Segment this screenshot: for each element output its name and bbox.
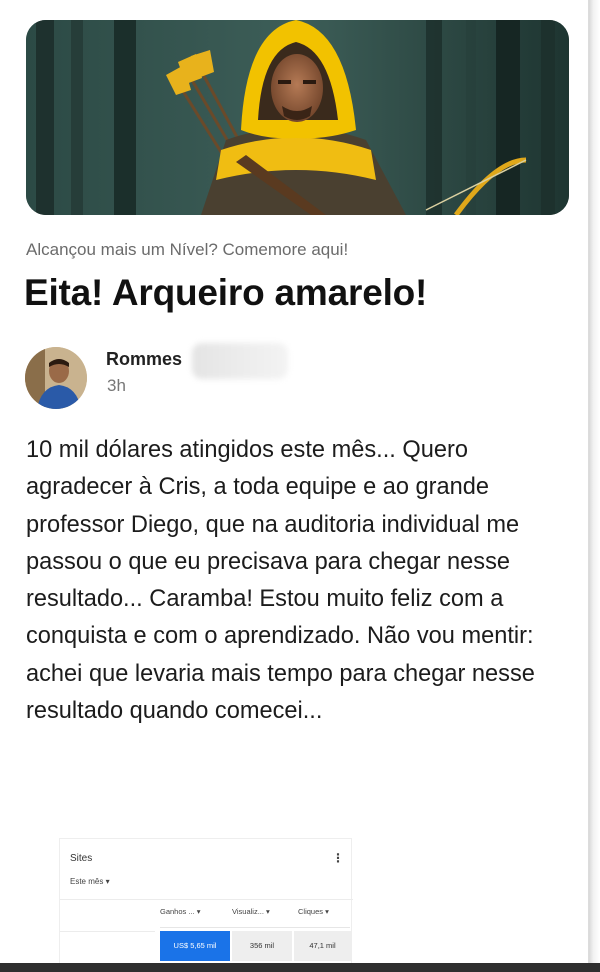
earnings-card-image: Sites ⋮ Este mês ▾ Ganhos ... ▾ Visualiz… — [59, 838, 353, 963]
card-divider — [60, 899, 353, 900]
author-name-redaction — [192, 343, 288, 379]
column-header-earnings: Ganhos ... ▾ — [160, 907, 201, 916]
period-selector: Este mês ▾ — [70, 877, 110, 886]
post-category[interactable]: Alcançou mais um Nível? Comemore aqui! — [26, 240, 348, 260]
post-title: Eita! Arqueiro amarelo! — [24, 272, 428, 313]
column-header-views: Visualiz... ▾ — [232, 907, 270, 916]
views-value: 356 mil — [232, 931, 292, 961]
earnings-value: US$ 5,65 mil — [160, 931, 230, 961]
header-divider — [160, 927, 350, 928]
column-header-clicks: Cliques ▾ — [298, 907, 329, 916]
more-vert-icon: ⋮ — [332, 851, 344, 865]
post-body: 10 mil dólares atingidos este mês... Que… — [26, 437, 535, 725]
hero-image-archer — [26, 20, 569, 215]
author-avatar[interactable] — [25, 347, 87, 409]
caret-down-icon: ▾ — [263, 907, 270, 916]
post-timestamp[interactable]: 3h — [107, 376, 126, 396]
caret-down-icon: ▾ — [194, 907, 201, 916]
caret-down-icon: ▾ — [323, 907, 329, 916]
scrollbar-track[interactable] — [589, 0, 600, 972]
caret-down-icon: ▾ — [105, 877, 110, 886]
bottom-bar — [0, 963, 600, 972]
clicks-value: 47,1 mil — [294, 931, 351, 961]
post-page: Alcançou mais um Nível? Comemore aqui! E… — [0, 0, 589, 963]
row-divider — [60, 931, 155, 932]
author-name[interactable]: Rommes — [106, 349, 182, 370]
card-title: Sites — [70, 853, 93, 864]
period-label: Este mês — [70, 877, 104, 886]
